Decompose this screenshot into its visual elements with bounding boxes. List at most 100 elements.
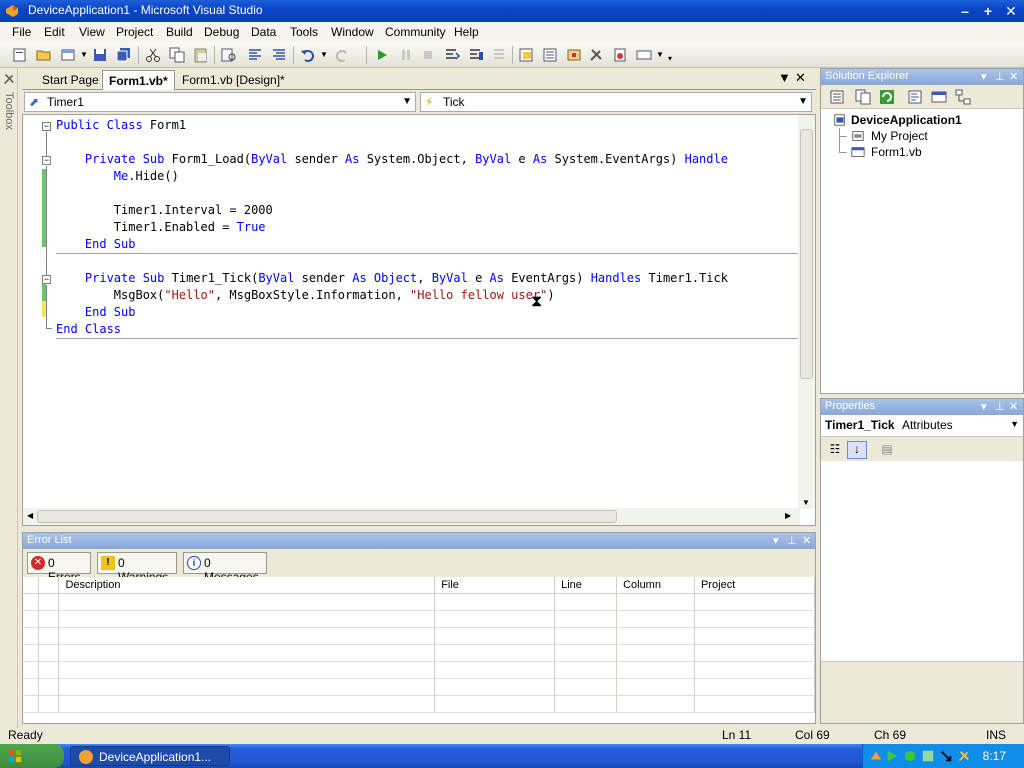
open-file-icon[interactable] xyxy=(36,47,52,63)
close-button[interactable]: ✕ xyxy=(1001,2,1021,20)
toolbar-overflow-icon[interactable]: ▾ xyxy=(668,54,672,63)
tree-node-form1-vb[interactable]: Form1.vb xyxy=(871,144,922,160)
add-item-icon[interactable] xyxy=(60,47,76,63)
tray-network-icon[interactable] xyxy=(869,749,883,763)
auto-hide-pin-icon[interactable]: ⊥ xyxy=(995,400,1005,413)
step-into-icon[interactable] xyxy=(444,47,460,63)
add-item-dropdown-icon[interactable]: ▼ xyxy=(80,50,88,59)
toolbox-label[interactable]: Toolbox xyxy=(3,92,15,130)
menu-build[interactable]: Build xyxy=(166,25,193,39)
window-position-icon[interactable]: ▾ xyxy=(981,70,987,83)
column-header-line[interactable]: Line xyxy=(554,577,618,594)
editor-horizontal-scrollbar[interactable]: ◀ ▶ xyxy=(23,508,800,525)
device-icon[interactable] xyxy=(636,47,652,63)
column-header-description[interactable]: Description xyxy=(58,577,436,594)
property-grid[interactable] xyxy=(821,461,1023,661)
collapse-timer1-tick-icon[interactable]: − xyxy=(42,275,51,284)
taskbar-clock[interactable]: 8:17 xyxy=(983,749,1006,763)
tree-node-my-project[interactable]: My Project xyxy=(871,128,928,144)
close-panel-icon[interactable]: ✕ xyxy=(1009,70,1018,83)
messages-filter-button[interactable]: i 0 Messages xyxy=(183,552,267,584)
undo-icon[interactable] xyxy=(300,47,316,63)
class-name-dropdown[interactable]: ⬈ Timer1 ▼ xyxy=(24,92,416,112)
scroll-left-icon[interactable]: ◀ xyxy=(27,511,33,520)
column-header-file[interactable]: File xyxy=(434,577,556,594)
properties-object-selector[interactable]: Timer1_Tick Attributes ▼ xyxy=(821,415,1023,437)
editor-vertical-scrollbar[interactable]: ▼ xyxy=(798,115,815,509)
horizontal-scroll-thumb[interactable] xyxy=(37,510,617,523)
tab-form1-design[interactable]: Form1.vb [Design]* xyxy=(176,70,291,90)
properties-icon[interactable] xyxy=(829,89,845,105)
collapse-form1-load-icon[interactable]: − xyxy=(42,156,51,165)
auto-hide-pin-icon[interactable]: ⊥ xyxy=(995,70,1005,83)
step-out-icon[interactable] xyxy=(492,47,508,63)
errors-filter-button[interactable]: ✕ 0 Errors xyxy=(27,552,91,584)
tray-device-icon[interactable] xyxy=(903,749,917,763)
auto-hide-pin-icon[interactable]: ⊥ xyxy=(787,534,797,547)
other-windows-icon[interactable] xyxy=(612,47,628,63)
window-position-icon[interactable]: ▾ xyxy=(773,534,779,547)
tree-node-solution[interactable]: DeviceApplication1 xyxy=(851,112,962,128)
column-header-column[interactable]: Column xyxy=(616,577,696,594)
code-editor[interactable]: − − − Public Class Form1 Private Sub For… xyxy=(22,114,816,526)
maximize-button[interactable]: + xyxy=(978,2,998,20)
paste-icon[interactable] xyxy=(193,47,209,63)
menu-tools[interactable]: Tools xyxy=(290,25,318,39)
menu-help[interactable]: Help xyxy=(454,25,479,39)
menu-edit[interactable]: Edit xyxy=(44,25,65,39)
menu-debug[interactable]: Debug xyxy=(204,25,239,39)
start-button[interactable] xyxy=(0,744,64,768)
solution-explorer-icon[interactable] xyxy=(518,47,534,63)
window-position-icon[interactable]: ▾ xyxy=(981,400,987,413)
toolbox-strip[interactable]: Toolbox xyxy=(0,68,18,728)
taskbar-item-visual-studio[interactable]: DeviceApplication1... xyxy=(70,746,230,766)
menu-community[interactable]: Community xyxy=(385,25,446,39)
redo-icon[interactable] xyxy=(334,47,350,63)
menu-project[interactable]: Project xyxy=(116,25,153,39)
copy-icon[interactable] xyxy=(169,47,185,63)
object-browser-icon[interactable] xyxy=(566,47,582,63)
tab-form1-vb[interactable]: Form1.vb* xyxy=(102,70,175,90)
start-debugging-icon[interactable] xyxy=(374,47,390,63)
comment-lines-icon[interactable] xyxy=(247,47,263,63)
new-project-icon[interactable] xyxy=(12,47,28,63)
step-over-icon[interactable] xyxy=(468,47,484,63)
tray-tools-icon[interactable] xyxy=(957,749,971,763)
close-panel-icon[interactable]: ✕ xyxy=(802,534,811,547)
tray-play-icon[interactable] xyxy=(885,749,899,763)
column-header-project[interactable]: Project xyxy=(694,577,815,594)
menu-view[interactable]: View xyxy=(79,25,105,39)
column-header-index[interactable] xyxy=(38,577,60,594)
pause-icon[interactable] xyxy=(398,47,414,63)
column-header-icon[interactable] xyxy=(23,577,40,594)
property-pages-icon[interactable]: ▤ xyxy=(877,441,897,459)
find-icon[interactable] xyxy=(221,47,237,63)
menu-window[interactable]: Window xyxy=(331,25,374,39)
toolbox-icon[interactable] xyxy=(588,47,604,63)
tray-sync-icon[interactable] xyxy=(921,749,935,763)
collapse-class-icon[interactable]: − xyxy=(42,122,51,131)
stop-icon[interactable] xyxy=(420,47,436,63)
menu-data[interactable]: Data xyxy=(251,25,276,39)
alphabetical-icon[interactable]: ↓ xyxy=(847,441,867,459)
method-name-dropdown[interactable]: ⚡ Tick ▼ xyxy=(420,92,812,112)
active-files-dropdown-icon[interactable]: ▼ xyxy=(778,70,791,85)
scroll-right-icon[interactable]: ▶ xyxy=(785,511,791,520)
view-code-icon[interactable] xyxy=(907,89,923,105)
scroll-down-icon[interactable]: ▼ xyxy=(802,498,810,507)
cut-icon[interactable] xyxy=(145,47,161,63)
save-icon[interactable] xyxy=(92,47,108,63)
tab-start-page[interactable]: Start Page xyxy=(36,70,105,90)
device-dropdown-icon[interactable]: ▼ xyxy=(656,50,664,59)
save-all-icon[interactable] xyxy=(116,47,132,63)
categorized-icon[interactable]: ☷ xyxy=(825,441,845,459)
uncomment-lines-icon[interactable] xyxy=(271,47,287,63)
menu-file[interactable]: File xyxy=(12,25,31,39)
undo-dropdown-icon[interactable]: ▼ xyxy=(320,50,328,59)
view-designer-icon[interactable] xyxy=(931,89,947,105)
properties-window-icon[interactable] xyxy=(542,47,558,63)
close-panel-icon[interactable]: ✕ xyxy=(1009,400,1018,413)
refresh-icon[interactable] xyxy=(879,89,895,105)
class-diagram-icon[interactable] xyxy=(955,89,971,105)
show-all-files-icon[interactable] xyxy=(855,89,871,105)
